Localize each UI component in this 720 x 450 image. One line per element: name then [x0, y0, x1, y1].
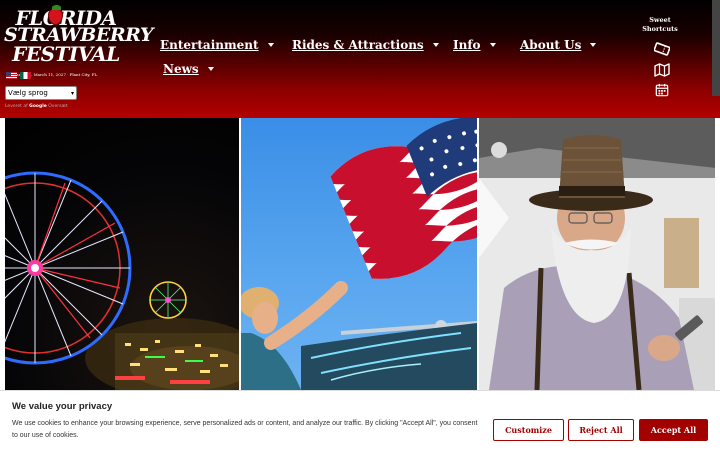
nav-item-label: News	[163, 62, 199, 76]
sweet-shortcuts: Sweet Shortcuts	[636, 16, 684, 97]
nav-item-about-us[interactable]: About Us	[520, 38, 597, 52]
nav-item-info[interactable]: Info	[453, 38, 496, 52]
nav-item-label: About Us	[520, 38, 582, 52]
language-select-value: Vælg sprog	[8, 89, 48, 97]
festival-logo[interactable]: FLORIDA STRAWBERRY FESTIVAL March 1 – Ma…	[4, 5, 153, 77]
powered-prefix: Leveret af	[5, 104, 28, 109]
chevron-down-icon	[207, 67, 214, 71]
powered-by-google: Leveret af Google Oversæt	[5, 104, 68, 109]
customize-button[interactable]: Customize	[493, 419, 564, 441]
nav-item-entertainment[interactable]: Entertainment	[160, 38, 274, 52]
nav-item-label: Rides & Attractions	[292, 38, 424, 52]
powered-suffix: Oversæt	[48, 104, 68, 109]
chevron-down-icon	[590, 43, 597, 47]
accept-all-button[interactable]: Accept All	[639, 419, 708, 441]
calendar-icon[interactable]	[654, 83, 670, 97]
mexico-flag-icon[interactable]	[20, 72, 31, 79]
cookie-consent-banner: We value your privacy We use cookies to …	[0, 390, 720, 450]
language-flags	[6, 72, 31, 80]
us-flag-icon[interactable]	[6, 72, 17, 79]
american-flag-performer-photo	[241, 118, 477, 390]
chevron-down-icon	[489, 43, 496, 47]
chevron-down-icon: ▾	[70, 89, 74, 97]
nav-item-news[interactable]: News	[163, 62, 214, 76]
ticket-icon[interactable]	[654, 42, 670, 56]
ferris-wheel-photo	[5, 118, 240, 390]
chevron-down-icon	[267, 43, 274, 47]
google-brand[interactable]: Google	[29, 104, 47, 109]
reject-all-button[interactable]: Reject All	[568, 419, 634, 441]
hero-photo-strip	[5, 118, 715, 390]
nav-item-label: Entertainment	[160, 38, 259, 52]
bearded-man-top-hat-photo	[478, 118, 715, 390]
cookie-title: We value your privacy	[12, 401, 113, 412]
shortcuts-title-line1: Sweet	[649, 16, 671, 24]
site-header: FLORIDA STRAWBERRY FESTIVAL March 1 – Ma…	[0, 0, 720, 118]
map-icon[interactable]	[654, 63, 670, 77]
nav-item-label: Info	[453, 38, 481, 52]
chevron-down-icon	[432, 43, 439, 47]
nav-item-rides-attractions[interactable]: Rides & Attractions	[292, 38, 439, 52]
logo-line-festival: FESTIVAL	[12, 42, 120, 66]
language-select[interactable]: Vælg sprog ▾	[5, 86, 77, 100]
shortcuts-title-line2: Shortcuts	[642, 25, 678, 33]
scrollbar-thumb[interactable]	[712, 0, 720, 96]
cookie-description: We use cookies to enhance your browsing …	[12, 420, 478, 439]
